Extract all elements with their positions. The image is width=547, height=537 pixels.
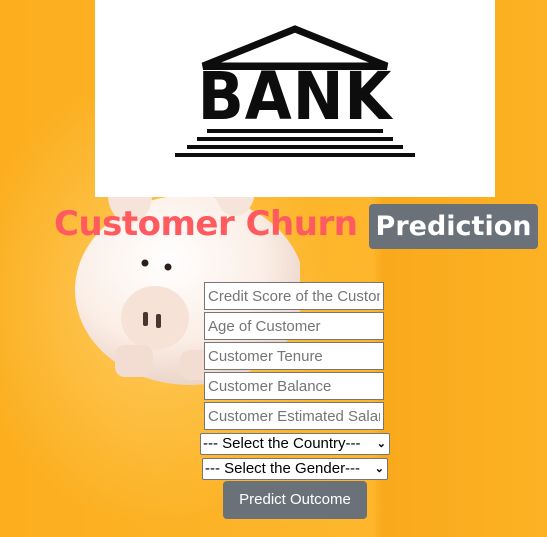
chevron-down-icon: ⌄ bbox=[374, 463, 384, 475]
gender-select-value: --- Select the Gender--- bbox=[205, 460, 361, 477]
gender-select[interactable]: --- Select the Gender--- ⌄ bbox=[202, 458, 388, 480]
prediction-badge: Prediction bbox=[369, 204, 538, 249]
country-select-value: --- Select the Country--- bbox=[203, 435, 361, 452]
bank-logo: BANK bbox=[95, 0, 495, 197]
tenure-input[interactable] bbox=[204, 342, 384, 370]
bank-logo-text: BANK bbox=[197, 58, 393, 135]
page-title: Customer Churn bbox=[54, 204, 358, 244]
salary-input[interactable] bbox=[204, 402, 384, 430]
balance-input[interactable] bbox=[204, 372, 384, 400]
credit-score-input[interactable] bbox=[204, 282, 384, 310]
chevron-down-icon: ⌄ bbox=[376, 438, 386, 450]
country-select[interactable]: --- Select the Country--- ⌄ bbox=[200, 433, 390, 455]
predict-outcome-button[interactable]: Predict Outcome bbox=[223, 481, 367, 519]
age-input[interactable] bbox=[204, 312, 384, 340]
